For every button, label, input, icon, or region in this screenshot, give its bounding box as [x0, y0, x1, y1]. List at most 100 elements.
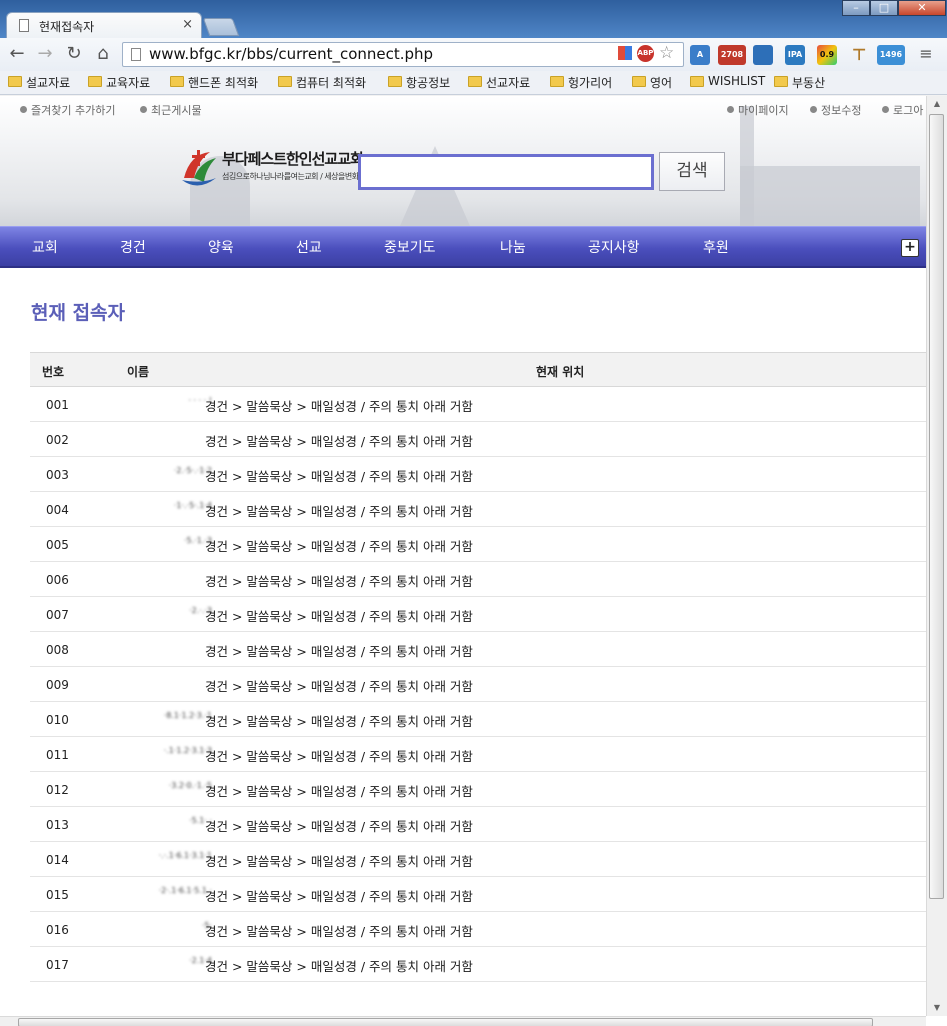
- utility-link[interactable]: 로그아: [882, 102, 923, 118]
- bookmark-item[interactable]: 컴퓨터 최적화: [278, 74, 366, 91]
- bookmark-item[interactable]: WISHLIST: [690, 74, 765, 88]
- row-location-link[interactable]: 경건 > 말씀묵상 > 매일성경 / 주의 통치 아래 거함: [205, 606, 473, 625]
- table-row: 008 · 경건 > 말씀묵상 > 매일성경 / 주의 통치 아래 거함: [30, 632, 926, 667]
- bookmark-item[interactable]: 부동산: [774, 74, 825, 91]
- row-location-link[interactable]: 경건 > 말씀묵상 > 매일성경 / 주의 통치 아래 거함: [205, 431, 473, 450]
- translate-icon[interactable]: A: [690, 45, 710, 65]
- forward-arrow-icon[interactable]: →: [34, 44, 56, 66]
- row-number: 008: [46, 643, 69, 657]
- scroll-down-icon[interactable]: ▼: [927, 1000, 947, 1016]
- reload-icon[interactable]: ↻: [63, 44, 85, 66]
- table-row: 012 ·3.2·0.·1.·5 경건 > 말씀묵상 > 매일성경 / 주의 통치 …: [30, 772, 926, 807]
- row-location-link[interactable]: 경건 > 말씀묵상 > 매일성경 / 주의 통치 아래 거함: [205, 781, 473, 800]
- row-location-link[interactable]: 경건 > 말씀묵상 > 매일성경 / 주의 통치 아래 거함: [205, 466, 473, 485]
- row-name: ·2·.1·6.1·5.1.·: [158, 886, 212, 895]
- utility-link[interactable]: 즐겨찾기 추가하기: [20, 102, 115, 118]
- bookmark-item[interactable]: 헝가리어: [550, 74, 612, 91]
- vertical-scrollbar[interactable]: ▲ ▼: [926, 96, 947, 1016]
- browser-tab[interactable]: 현재접속자 ×: [6, 12, 202, 38]
- window-close-button[interactable]: ✕: [898, 0, 946, 16]
- row-number: 014: [46, 853, 69, 867]
- nav-item[interactable]: 공지사항: [588, 237, 640, 257]
- adblock-plus-icon[interactable]: ABP: [637, 45, 654, 62]
- nav-expand-button[interactable]: +: [901, 239, 919, 257]
- row-location-link[interactable]: 경건 > 말씀묵상 > 매일성경 / 주의 통치 아래 거함: [205, 501, 473, 520]
- new-tab-button[interactable]: [202, 18, 240, 36]
- folder-icon: [690, 76, 704, 87]
- row-name: ·1·.·5·.1·4: [173, 501, 212, 510]
- search-button[interactable]: 검색: [659, 152, 725, 191]
- utility-label: 마이페이지: [738, 104, 789, 117]
- nav-item[interactable]: 양육: [208, 237, 234, 257]
- nav-item[interactable]: 교회: [32, 237, 58, 257]
- scroll-up-icon[interactable]: ▲: [927, 96, 947, 112]
- table-row: 003 ·2.·5·.·1·2 경건 > 말씀묵상 > 매일성경 / 주의 통치 아…: [30, 457, 926, 492]
- folder-icon: [468, 76, 482, 87]
- scroll-thumb[interactable]: [929, 114, 944, 899]
- row-location-link[interactable]: 경건 > 말씀묵상 > 매일성경 / 주의 통치 아래 거함: [205, 571, 473, 590]
- utility-link[interactable]: 정보수정: [810, 102, 861, 118]
- row-number: 007: [46, 608, 69, 622]
- nav-item[interactable]: 나눔: [500, 237, 526, 257]
- color-squares-icon[interactable]: [618, 46, 632, 60]
- row-name: ·.1·1.2·3.1·3: [163, 746, 212, 755]
- row-location-link[interactable]: 경건 > 말씀묵상 > 매일성경 / 주의 통치 아래 거함: [205, 851, 473, 870]
- utility-link[interactable]: 마이페이지: [727, 102, 789, 118]
- row-location-link[interactable]: 경건 > 말씀묵상 > 매일성경 / 주의 통치 아래 거함: [205, 396, 473, 415]
- bookmark-item[interactable]: 선교자료: [468, 74, 530, 91]
- search-input[interactable]: [358, 154, 654, 190]
- nav-item[interactable]: 후원: [703, 237, 729, 257]
- row-number: 011: [46, 748, 69, 762]
- row-location-link[interactable]: 경건 > 말씀묵상 > 매일성경 / 주의 통치 아래 거함: [205, 956, 473, 975]
- row-name: ·2.1·4: [189, 956, 212, 965]
- row-location-link[interactable]: 경건 > 말씀묵상 > 매일성경 / 주의 통치 아래 거함: [205, 536, 473, 555]
- row-name: ·5.·1.·3: [184, 536, 212, 545]
- palette-extension-icon[interactable]: 0.9: [817, 45, 837, 65]
- bookmark-item[interactable]: 항공정보: [388, 74, 450, 91]
- folder-icon: [388, 76, 402, 87]
- scroll-thumb[interactable]: [18, 1018, 873, 1026]
- back-arrow-icon[interactable]: ←: [6, 44, 28, 66]
- bullet-icon: [882, 106, 889, 113]
- nav-item[interactable]: 선교: [296, 237, 322, 257]
- address-bar[interactable]: www.bfgc.kr/bbs/current_connect.php ABP …: [122, 42, 684, 67]
- folder-icon: [632, 76, 646, 87]
- bookmark-item[interactable]: 설교자료: [8, 74, 70, 91]
- folder-icon: [278, 76, 292, 87]
- row-location-link[interactable]: 경건 > 말씀묵상 > 매일성경 / 주의 통치 아래 거함: [205, 711, 473, 730]
- row-name: ·5·: [201, 921, 212, 930]
- counter-extension-icon[interactable]: 2708: [718, 45, 746, 65]
- nav-item[interactable]: 경건: [120, 237, 146, 257]
- utility-link[interactable]: 최근게시물: [140, 102, 202, 118]
- star-bookmark-icon[interactable]: ☆: [659, 43, 674, 63]
- table-row: 007 ·2.·.·3 경건 > 말씀묵상 > 매일성경 / 주의 통치 아래 거함: [30, 597, 926, 632]
- horizontal-scrollbar[interactable]: [0, 1016, 926, 1026]
- row-location-link[interactable]: 경건 > 말씀묵상 > 매일성경 / 주의 통치 아래 거함: [205, 676, 473, 695]
- home-icon[interactable]: ⌂: [92, 44, 114, 66]
- site-logo[interactable]: 부다페스트한인선교교회 섬김으로하나님나라를여는교회 / 세상을변화시키는교회: [180, 146, 393, 196]
- row-location-link[interactable]: 경건 > 말씀묵상 > 매일성경 / 주의 통치 아래 거함: [205, 886, 473, 905]
- minimize-button[interactable]: –: [842, 0, 870, 16]
- header-banner: 즐겨찾기 추가하기 최근게시물 마이페이지 정보수정 로그아 부다페스트한인선교…: [0, 96, 926, 226]
- row-location-link[interactable]: 경건 > 말씀묵상 > 매일성경 / 주의 통치 아래 거함: [205, 921, 473, 940]
- nav-item[interactable]: 중보기도: [384, 237, 436, 257]
- maximize-button[interactable]: □: [870, 0, 898, 16]
- tab-title: 현재접속자: [39, 20, 95, 34]
- row-location-link[interactable]: 경건 > 말씀묵상 > 매일성경 / 주의 통치 아래 거함: [205, 746, 473, 765]
- bookmark-item[interactable]: 교육자료: [88, 74, 150, 91]
- monitor-extension-icon[interactable]: [753, 45, 773, 65]
- cloud-counter-icon[interactable]: 1496: [877, 45, 905, 65]
- tab-close-icon[interactable]: ×: [182, 17, 193, 32]
- table-row: 017 ·2.1·4 경건 > 말씀묵상 > 매일성경 / 주의 통치 아래 거함: [30, 947, 926, 982]
- menu-icon[interactable]: ≡: [915, 44, 937, 66]
- pin-extension-icon[interactable]: ⊤: [849, 45, 869, 65]
- tab-strip: 현재접속자 × – □ ✕: [0, 0, 947, 38]
- bookmark-label: WISHLIST: [708, 74, 766, 88]
- row-number: 006: [46, 573, 69, 587]
- bookmark-item[interactable]: 영어: [632, 74, 672, 91]
- bookmark-item[interactable]: 핸드폰 최적화: [170, 74, 258, 91]
- row-location-link[interactable]: 경건 > 말씀묵상 > 매일성경 / 주의 통치 아래 거함: [205, 816, 473, 835]
- folder-icon: [170, 76, 184, 87]
- ipa-extension-icon[interactable]: IPA: [785, 45, 805, 65]
- row-location-link[interactable]: 경건 > 말씀묵상 > 매일성경 / 주의 통치 아래 거함: [205, 641, 473, 660]
